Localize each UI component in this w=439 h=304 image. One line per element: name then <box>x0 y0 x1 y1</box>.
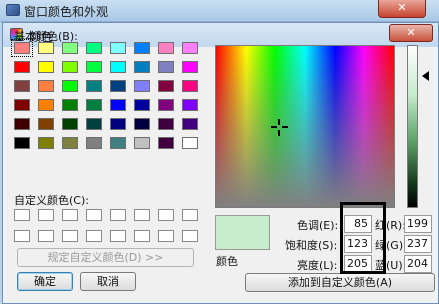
custom-color-swatch[interactable] <box>158 230 174 242</box>
basic-color-swatch[interactable] <box>62 137 78 149</box>
green-field[interactable]: 237 <box>404 235 432 253</box>
basic-color-swatch[interactable] <box>38 137 54 149</box>
custom-color-swatch[interactable] <box>158 209 174 221</box>
basic-color-swatch[interactable] <box>62 118 78 130</box>
basic-color-swatch[interactable] <box>86 42 102 54</box>
basic-color-swatch[interactable] <box>158 80 174 92</box>
basic-color-swatch[interactable] <box>158 118 174 130</box>
define-custom-colors-button[interactable]: 规定自定义颜色(D) >> <box>17 248 194 267</box>
basic-color-swatch[interactable] <box>110 118 126 130</box>
basic-color-swatch[interactable] <box>158 137 174 149</box>
basic-color-swatch[interactable] <box>62 42 78 54</box>
outer-close-button[interactable]: ✕ <box>378 0 426 18</box>
basic-color-swatch[interactable] <box>14 80 30 92</box>
annotation-highlight-box <box>340 202 386 274</box>
custom-color-swatch[interactable] <box>14 209 30 221</box>
custom-colors-grid <box>14 209 198 242</box>
blue-field[interactable]: 204 <box>404 255 432 273</box>
window-app-icon <box>6 4 20 16</box>
basic-color-swatch[interactable] <box>14 61 30 73</box>
custom-color-swatch[interactable] <box>134 230 150 242</box>
basic-color-swatch[interactable] <box>110 80 126 92</box>
basic-color-swatch[interactable] <box>38 42 54 54</box>
basic-color-swatch[interactable] <box>14 99 30 111</box>
basic-color-swatch[interactable] <box>14 137 30 149</box>
basic-color-swatch[interactable] <box>38 80 54 92</box>
custom-color-swatch[interactable] <box>110 209 126 221</box>
crosshair-icon[interactable] <box>271 119 288 136</box>
basic-color-swatch[interactable] <box>158 42 174 54</box>
basic-color-swatch[interactable] <box>38 99 54 111</box>
basic-color-swatch[interactable] <box>86 137 102 149</box>
outer-window-title: 窗口颜色和外观 <box>24 5 109 19</box>
luminance-arrow-icon[interactable] <box>422 71 429 81</box>
basic-color-swatch[interactable] <box>134 80 150 92</box>
basic-color-swatch[interactable] <box>158 99 174 111</box>
basic-color-swatch[interactable] <box>182 118 198 130</box>
custom-color-swatch[interactable] <box>182 209 198 221</box>
basic-color-swatch[interactable] <box>62 61 78 73</box>
hue-label: 色调(E): <box>297 219 339 232</box>
basic-color-swatch[interactable] <box>182 61 198 73</box>
basic-color-swatch[interactable] <box>86 99 102 111</box>
luminance-slider[interactable] <box>407 45 418 208</box>
cancel-button[interactable]: 取消 <box>80 272 136 291</box>
custom-color-swatch[interactable] <box>182 230 198 242</box>
add-to-custom-colors-button[interactable]: 添加到自定义颜色(A) <box>245 273 435 292</box>
basic-color-swatch[interactable] <box>110 99 126 111</box>
custom-color-swatch[interactable] <box>62 230 78 242</box>
basic-color-swatch[interactable] <box>62 80 78 92</box>
basic-color-swatch[interactable] <box>182 80 198 92</box>
color-preview <box>215 215 270 250</box>
outer-window-titlebar: 窗口颜色和外观 ✕ <box>0 0 439 22</box>
basic-color-swatch[interactable] <box>134 118 150 130</box>
custom-color-swatch[interactable] <box>86 230 102 242</box>
basic-color-swatch[interactable] <box>134 137 150 149</box>
ok-button[interactable]: 确定 <box>17 272 73 291</box>
basic-color-swatch[interactable] <box>182 99 198 111</box>
basic-color-swatch[interactable] <box>38 61 54 73</box>
custom-color-swatch[interactable] <box>38 209 54 221</box>
red-field[interactable]: 199 <box>404 215 432 233</box>
basic-color-swatch[interactable] <box>110 42 126 54</box>
basic-color-swatch[interactable] <box>86 118 102 130</box>
color-spectrum[interactable] <box>215 45 395 208</box>
custom-color-swatch[interactable] <box>14 230 30 242</box>
custom-color-swatch[interactable] <box>110 230 126 242</box>
basic-color-swatch[interactable] <box>182 42 198 54</box>
custom-color-swatch[interactable] <box>62 209 78 221</box>
saturation-label: 饱和度(S): <box>285 239 338 252</box>
basic-color-swatch[interactable] <box>86 80 102 92</box>
basic-color-swatch[interactable] <box>110 61 126 73</box>
basic-color-swatch[interactable] <box>134 61 150 73</box>
custom-color-swatch[interactable] <box>86 209 102 221</box>
basic-color-swatch[interactable] <box>86 61 102 73</box>
custom-colors-label: 自定义颜色(C): <box>14 194 89 207</box>
basic-color-swatch[interactable] <box>11 39 33 57</box>
basic-color-swatch[interactable] <box>134 42 150 54</box>
custom-color-swatch[interactable] <box>134 209 150 221</box>
basic-color-swatch[interactable] <box>110 137 126 149</box>
basic-color-swatch[interactable] <box>14 118 30 130</box>
luminance-label: 亮度(L): <box>297 259 338 272</box>
basic-color-swatch[interactable] <box>38 118 54 130</box>
basic-color-swatch[interactable] <box>158 61 174 73</box>
basic-color-swatch[interactable] <box>182 137 198 149</box>
basic-color-swatch[interactable] <box>134 99 150 111</box>
dialog-close-button[interactable]: ✕ <box>389 24 433 42</box>
basic-color-swatch[interactable] <box>62 99 78 111</box>
custom-color-swatch[interactable] <box>38 230 54 242</box>
basic-colors-grid <box>11 39 198 149</box>
color-solid-label: 颜色 <box>216 255 238 268</box>
